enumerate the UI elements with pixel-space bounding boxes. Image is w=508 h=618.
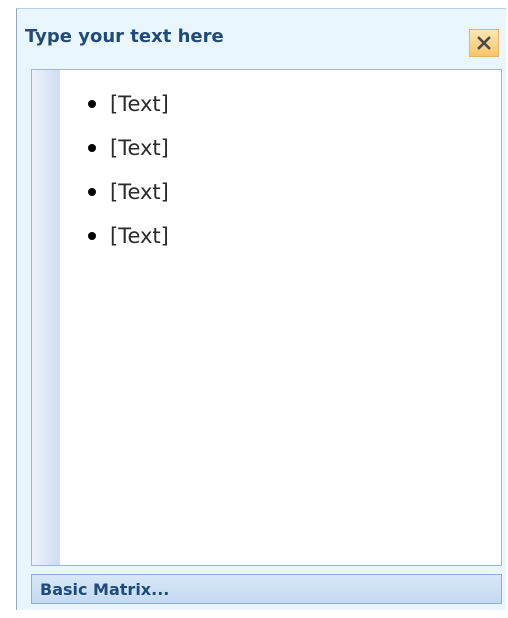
text-editor[interactable]: [Text] [Text] [Text] [Text]: [31, 69, 502, 566]
text-pane: Type your text here [Text] [Text] [Text]: [16, 8, 506, 610]
bullet-list: [Text] [Text] [Text] [Text]: [88, 82, 169, 258]
editor-gutter: [32, 70, 60, 565]
bullet-icon: [88, 144, 96, 152]
bullet-text[interactable]: [Text]: [110, 136, 169, 160]
close-button[interactable]: [469, 29, 499, 57]
bullet-icon: [88, 232, 96, 240]
bullet-text[interactable]: [Text]: [110, 224, 169, 248]
list-item[interactable]: [Text]: [88, 170, 169, 214]
layout-link-label[interactable]: Basic Matrix...: [40, 580, 169, 599]
list-item[interactable]: [Text]: [88, 82, 169, 126]
pane-title: Type your text here: [25, 26, 224, 47]
bullet-text[interactable]: [Text]: [110, 180, 169, 204]
list-item[interactable]: [Text]: [88, 214, 169, 258]
bullet-icon: [88, 100, 96, 108]
bullet-icon: [88, 188, 96, 196]
close-icon: [477, 36, 491, 50]
list-item[interactable]: [Text]: [88, 126, 169, 170]
layout-link-bar[interactable]: Basic Matrix...: [31, 574, 502, 604]
bullet-text[interactable]: [Text]: [110, 92, 169, 116]
text-pane-header: Type your text here: [17, 9, 506, 65]
